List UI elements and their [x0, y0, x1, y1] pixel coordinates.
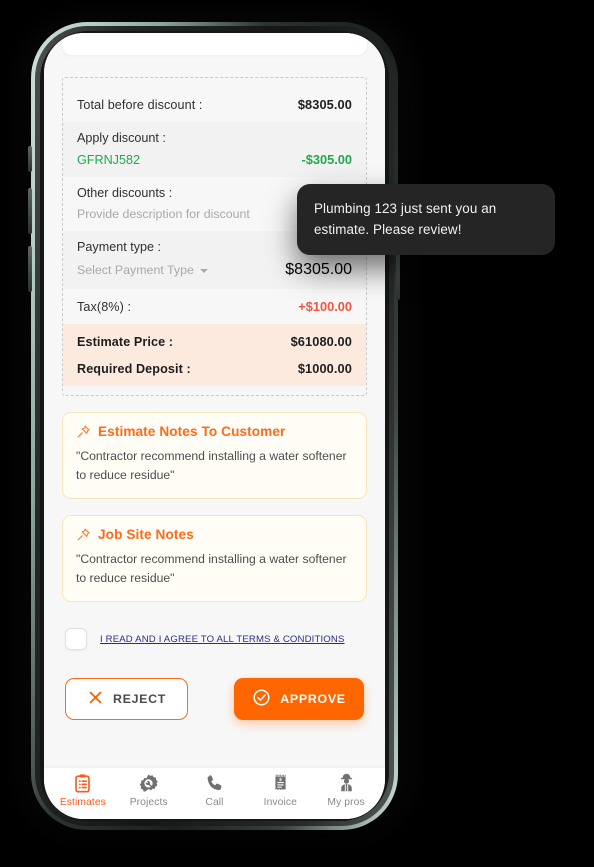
receipt-icon: $ [270, 773, 291, 794]
clipboard-icon [72, 773, 93, 794]
nav-label-invoice: Invoice [263, 797, 297, 808]
other-discounts-input[interactable]: Provide description for discount [77, 207, 250, 221]
approve-button-label: APPROVE [280, 692, 346, 706]
nav-item-invoice[interactable]: $ Invoice [251, 773, 309, 808]
pin-icon [76, 424, 91, 439]
terms-and-conditions-link[interactable]: I READ AND I AGREE TO ALL TERMS & CONDIT… [100, 634, 345, 645]
estimate-scroll-area[interactable]: $100/piece QTY 1 $100 Total before disco… [44, 33, 385, 768]
discount-code: GFRNJ582 [77, 152, 140, 167]
estimate-notes-title: Estimate Notes To Customer [98, 424, 286, 439]
nav-label-projects: Projects [129, 797, 168, 808]
home-indicator [167, 811, 263, 814]
nav-label-call: Call [205, 797, 224, 808]
job-site-notes-card[interactable]: Job Site Notes "Contractor recommend ins… [62, 515, 367, 602]
action-button-row: REJECT APPROVE [62, 678, 367, 720]
close-icon [87, 689, 104, 709]
svg-text:$: $ [279, 777, 282, 782]
estimate-price-label: Estimate Price : [77, 334, 174, 349]
job-site-notes-body: "Contractor recommend installing a water… [76, 552, 347, 585]
phone-volume-down-button[interactable] [28, 246, 32, 292]
reject-button-label: REJECT [112, 692, 167, 706]
nav-item-call[interactable]: Call [185, 773, 243, 808]
total-before-discount-label: Total before discount : [77, 97, 203, 112]
nav-item-estimates[interactable]: Estimates [54, 773, 112, 808]
phone-volume-up-button[interactable] [28, 188, 32, 234]
nav-label-my-pros: My pros [327, 797, 365, 808]
estimate-notes-body: "Contractor recommend installing a water… [76, 449, 347, 482]
payment-type-amount: $8305.00 [285, 261, 352, 278]
tax-value: +$100.00 [298, 299, 352, 314]
terms-checkbox[interactable] [65, 628, 87, 650]
required-deposit-value: $1000.00 [297, 361, 352, 376]
worker-icon [336, 773, 357, 794]
phone-icon [204, 773, 225, 794]
estimate-price-value: $61080.00 [290, 334, 352, 349]
required-deposit-label: Required Deposit : [77, 361, 191, 376]
payment-type-select[interactable]: Select Payment Type [77, 263, 208, 277]
row-tax: Tax(8%) : +$100.00 [63, 289, 366, 324]
row-required-deposit: Required Deposit : $1000.00 [63, 355, 366, 386]
total-before-discount-value: $8305.00 [297, 97, 352, 112]
nav-item-my-pros[interactable]: My pros [317, 773, 375, 808]
approve-button[interactable]: APPROVE [234, 678, 364, 720]
check-circle-icon [252, 688, 271, 710]
line-item-card-partial[interactable]: $100/piece QTY 1 $100 [62, 33, 367, 55]
notification-toast-message: Plumbing 123 just sent you an estimate. … [314, 201, 497, 237]
pin-icon [76, 527, 91, 542]
terms-row[interactable]: I READ AND I AGREE TO ALL TERMS & CONDIT… [62, 628, 367, 650]
screenshot-stage: $100/piece QTY 1 $100 Total before disco… [0, 0, 594, 867]
notification-toast[interactable]: Plumbing 123 just sent you an estimate. … [297, 184, 555, 255]
row-total-before-discount: Total before discount : $8305.00 [63, 87, 366, 122]
discount-amount: -$305.00 [301, 152, 352, 167]
nav-item-projects[interactable]: Projects [120, 773, 178, 808]
estimate-notes-card[interactable]: Estimate Notes To Customer "Contractor r… [62, 412, 367, 499]
nav-label-estimates: Estimates [59, 797, 106, 808]
payment-type-selected-value: Select Payment Type [77, 263, 194, 277]
row-apply-discount[interactable]: Apply discount : GFRNJ582 -$305.00 [63, 122, 366, 177]
job-site-notes-title: Job Site Notes [98, 527, 194, 542]
tax-label: Tax(8%) : [77, 299, 132, 314]
chevron-down-icon [199, 269, 208, 273]
phone-mute-switch[interactable] [28, 146, 32, 172]
gear-wrench-icon [138, 773, 159, 794]
reject-button[interactable]: REJECT [65, 678, 188, 720]
row-estimate-price: Estimate Price : $61080.00 [63, 324, 366, 355]
phone-screen: $100/piece QTY 1 $100 Total before disco… [44, 33, 385, 819]
apply-discount-label: Apply discount : [77, 131, 166, 145]
